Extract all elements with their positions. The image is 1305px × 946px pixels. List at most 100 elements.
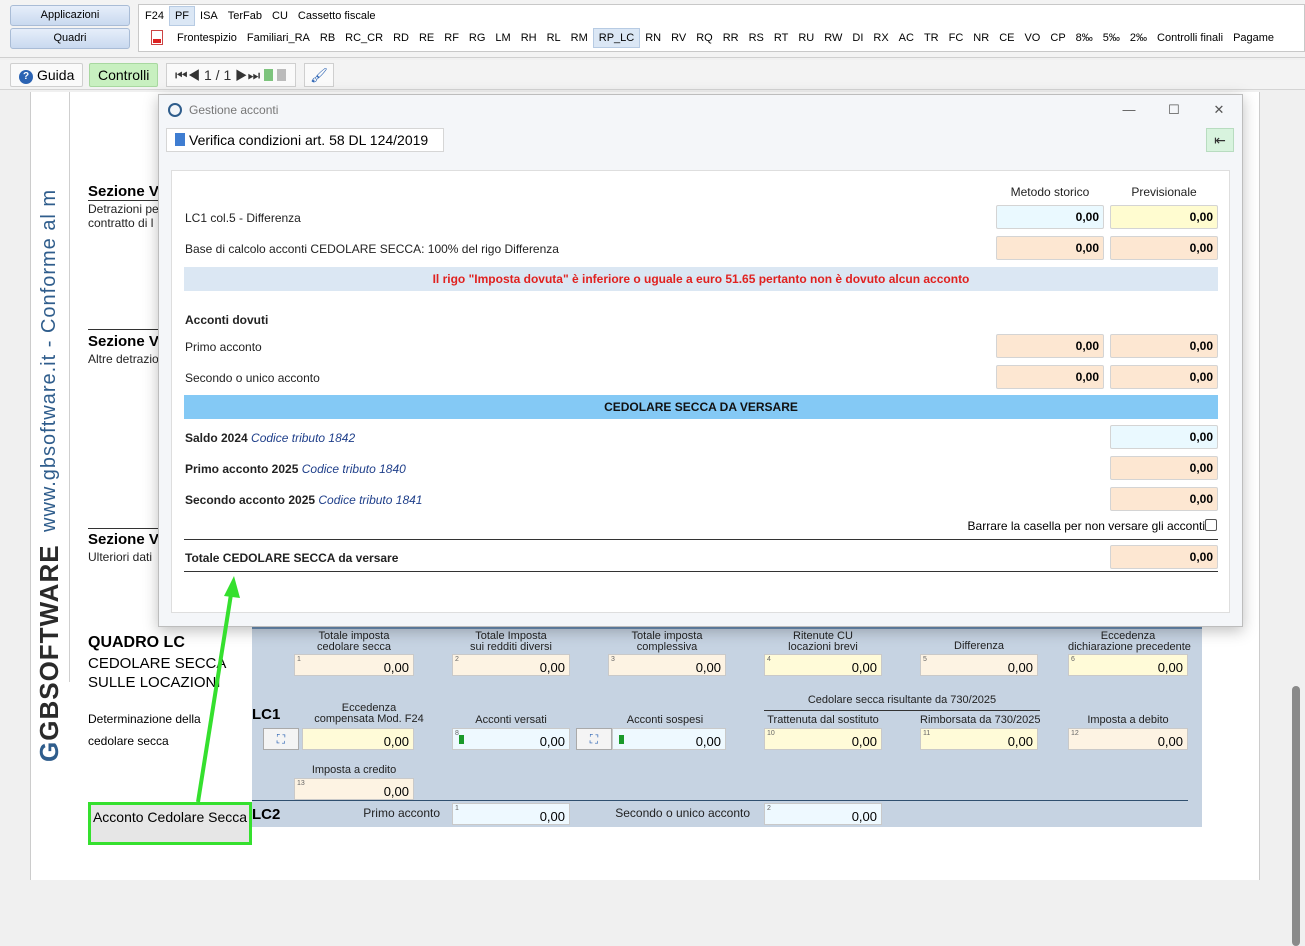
delete-page-icon[interactable]: [277, 69, 287, 81]
section-rule-1: [88, 200, 158, 201]
lc1-row2-field[interactable]: 0,00: [302, 728, 414, 750]
imposta-credito-field[interactable]: 13 0,00: [294, 778, 414, 800]
tab-quadro-7[interactable]: RG: [464, 28, 491, 48]
secondo-acconto-label: Secondo o unico acconto: [185, 371, 320, 385]
tab-quadro-10[interactable]: RL: [542, 28, 566, 48]
section-rule-3: [88, 528, 158, 529]
lc1-diff-previsionale-field[interactable]: 0,00: [1110, 205, 1218, 229]
lc1-row2-field[interactable]: 8 0,00: [452, 728, 570, 750]
tab-quadro-28[interactable]: VO: [1019, 28, 1045, 48]
acconto-cedolare-secca-button[interactable]: Acconto Cedolare Secca: [88, 802, 252, 845]
tab-quadro-8[interactable]: LM: [490, 28, 515, 48]
tab-quadro-0[interactable]: Frontespizio: [172, 28, 242, 48]
tab-quadro-22[interactable]: RX: [868, 28, 893, 48]
tab-quadro-20[interactable]: RW: [819, 28, 847, 48]
vertical-scrollbar[interactable]: [1290, 92, 1302, 946]
lc1-col-field[interactable]: 5 0,00: [920, 654, 1038, 676]
lc1-col-field[interactable]: 2 0,00: [452, 654, 570, 676]
tab-quadro-5[interactable]: RE: [414, 28, 439, 48]
prev-page-icon[interactable]: ◀: [188, 67, 201, 83]
lc1-row2-field[interactable]: 10 0,00: [764, 728, 882, 750]
totale-top-rule: [184, 539, 1218, 540]
saldo-2024-field[interactable]: 0,00: [1110, 425, 1218, 449]
lc1-col-field[interactable]: 6 0,00: [1068, 654, 1188, 676]
tab-quadro-24[interactable]: TR: [919, 28, 944, 48]
col-header-previsionale: Previsionale: [1131, 185, 1197, 199]
tab-quadro-29[interactable]: CP: [1045, 28, 1070, 48]
applicazioni-button[interactable]: Applicazioni: [10, 5, 130, 26]
minimize-icon[interactable]: —: [1119, 101, 1139, 119]
field-value: 0,00: [1157, 660, 1183, 675]
lc1-row2-label: Imposta a debito: [1087, 714, 1169, 726]
field-value: 0,00: [383, 734, 409, 749]
tab-quadro-15[interactable]: RQ: [691, 28, 718, 48]
lc2-primo-field[interactable]: 1 0,00: [452, 803, 570, 825]
tab-quadro-12[interactable]: RP_LC: [592, 28, 641, 48]
secondo-storico-field: 0,00: [996, 365, 1104, 389]
quadri-button[interactable]: Quadri: [10, 28, 130, 49]
lc1-col-field[interactable]: 4 0,00: [764, 654, 882, 676]
warning-banner: Il rigo "Imposta dovuta" è inferiore o u…: [184, 267, 1218, 291]
lc1-diff-storico-field[interactable]: 0,00: [996, 205, 1104, 229]
first-page-icon[interactable]: ⏮: [175, 67, 188, 83]
tab-main-4[interactable]: CU: [267, 6, 293, 26]
tab-quadro-1[interactable]: Familiari_RA: [242, 28, 315, 48]
calc-acconti-button[interactable]: ⛶: [576, 728, 612, 750]
tab-quadro-26[interactable]: NR: [968, 28, 994, 48]
tab-verifica-condizioni[interactable]: Verifica condizioni art. 58 DL 124/2019: [166, 128, 444, 152]
tab-quadro-16[interactable]: RR: [718, 28, 744, 48]
tab-quadro-21[interactable]: DI: [847, 28, 868, 48]
tab-quadro-34[interactable]: Pagame: [1228, 28, 1279, 48]
tab-quadro-17[interactable]: RS: [744, 28, 769, 48]
tab-quadro-32[interactable]: 2‰: [1125, 28, 1152, 48]
secondo-acconto-2025-field: 0,00: [1110, 487, 1218, 511]
tab-quadro-9[interactable]: RH: [516, 28, 542, 48]
maximize-icon[interactable]: ☐: [1164, 101, 1184, 119]
controlli-button[interactable]: Controlli: [89, 63, 159, 87]
field-number: 4: [767, 656, 771, 663]
tab-quadro-25[interactable]: FC: [944, 28, 969, 48]
lc1-row2-field[interactable]: 0,00: [612, 728, 726, 750]
tab-quadro-31[interactable]: 5‰: [1098, 28, 1125, 48]
close-icon[interactable]: ✕: [1209, 101, 1229, 119]
lc1-row2-field[interactable]: 12 0,00: [1068, 728, 1188, 750]
tab-quadro-14[interactable]: RV: [666, 28, 691, 48]
lc1-col-field[interactable]: 1 0,00: [294, 654, 414, 676]
tab-quadro-19[interactable]: RU: [793, 28, 819, 48]
add-page-icon[interactable]: [264, 69, 274, 81]
tab-quadro-18[interactable]: RT: [769, 28, 793, 48]
last-page-icon[interactable]: ⏭: [248, 67, 261, 83]
tab-quadro-33[interactable]: Controlli finali: [1152, 28, 1228, 48]
exit-icon[interactable]: ⇤: [1206, 128, 1234, 152]
tab-main-1[interactable]: PF: [168, 6, 196, 26]
lc1-col-label: Totale imposta complessiva: [631, 630, 703, 653]
tab-quadro-11[interactable]: RM: [566, 28, 593, 48]
section-rule-2: [88, 329, 158, 330]
tab-quadro-30[interactable]: 8‰: [1071, 28, 1098, 48]
primo-acconto-2025-field: 0,00: [1110, 456, 1218, 480]
tab-quadro-3[interactable]: RC_CR: [340, 28, 388, 48]
calc-eccedenza-button[interactable]: ⛶: [263, 728, 299, 750]
guida-button[interactable]: ? Guida: [10, 63, 84, 87]
lc2-secondo-field[interactable]: 2 0,00: [764, 803, 882, 825]
next-page-icon[interactable]: ▶: [235, 67, 248, 83]
tab-main-2[interactable]: ISA: [195, 6, 223, 26]
tab-main-5[interactable]: Cassetto fiscale: [293, 6, 381, 26]
tab-main-0[interactable]: F24: [140, 6, 169, 26]
lc1-col-field[interactable]: 3 0,00: [608, 654, 726, 676]
tab-main-3[interactable]: TerFab: [223, 6, 267, 26]
scrollbar-thumb[interactable]: [1292, 686, 1300, 946]
tab-quadro-4[interactable]: RD: [388, 28, 414, 48]
non-versare-checkbox[interactable]: [1205, 519, 1217, 531]
brush-icon[interactable]: 🖌: [304, 63, 334, 87]
tab-quadro-27[interactable]: CE: [994, 28, 1019, 48]
tab-quadro-23[interactable]: AC: [894, 28, 919, 48]
tab-quadro-2[interactable]: RB: [315, 28, 340, 48]
section-title-1: Sezione V: [88, 183, 159, 200]
tab-quadro-6[interactable]: RF: [439, 28, 464, 48]
tab-quadro-13[interactable]: RN: [640, 28, 666, 48]
saldo-codice: Codice tributo 1842: [251, 431, 356, 445]
pdf-icon[interactable]: [151, 30, 163, 45]
help-icon: ?: [19, 70, 33, 84]
lc1-row2-field[interactable]: 11 0,00: [920, 728, 1038, 750]
